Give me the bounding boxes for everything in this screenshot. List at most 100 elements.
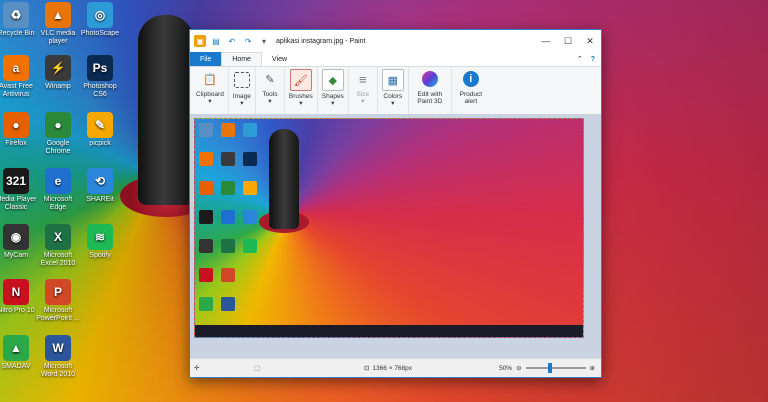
- size-label: Size: [356, 91, 370, 98]
- zoom-level: 50%: [499, 364, 513, 372]
- desktop-icon-label: Microsoft PowerPoint ...: [36, 307, 80, 322]
- zoom-slider-thumb[interactable]: [547, 363, 552, 373]
- desktop-icon-label: picpick: [89, 140, 111, 147]
- desktop-icon[interactable]: ▲ SMADAV: [0, 335, 39, 371]
- app-icon: ▲: [3, 335, 29, 361]
- collapse-ribbon-icon[interactable]: ⌃: [573, 52, 587, 66]
- brushes-label: Brushes: [288, 93, 313, 100]
- zoom-out-button[interactable]: ⊖: [516, 364, 521, 372]
- image-icon: [243, 181, 257, 195]
- tools-label: Tools: [262, 91, 278, 98]
- image-canvas[interactable]: [194, 118, 584, 338]
- desktop-icon-label: PhotoScape: [80, 30, 120, 37]
- tab-home[interactable]: Home: [221, 52, 262, 66]
- image-group[interactable]: Image ▾: [229, 67, 256, 114]
- edit3d-label: Edit with Paint 3D: [417, 91, 443, 105]
- image-icon: [221, 181, 235, 195]
- image-select-icon: [233, 72, 250, 88]
- colors-icon: ▦: [381, 69, 404, 91]
- app-icon: P: [45, 279, 71, 305]
- desktop-icon[interactable]: ● Firefox: [0, 112, 39, 148]
- app-icon: ✎: [87, 112, 113, 138]
- close-button[interactable]: ✕: [579, 30, 601, 52]
- desktop-icon[interactable]: ◉ MyCam: [0, 224, 39, 260]
- maximize-button[interactable]: ☐: [557, 30, 579, 52]
- tab-view[interactable]: View: [262, 52, 297, 66]
- app-icon: ≋: [87, 224, 113, 250]
- shapes-group[interactable]: ◆ Shapes ▾: [318, 67, 349, 114]
- desktop-icon[interactable]: ♻ Recycle Bin: [0, 2, 39, 38]
- desktop-icon[interactable]: N Nitro Pro 10: [0, 279, 39, 315]
- cursor-position-icon: ✛: [194, 365, 200, 372]
- desktop-icon[interactable]: ▲ VLC media player: [35, 2, 81, 46]
- chevron-down-icon: ▾: [240, 100, 244, 107]
- save-icon[interactable]: ▤: [210, 35, 222, 47]
- app-icon: N: [3, 279, 29, 305]
- desktop-icon[interactable]: P Microsoft PowerPoint ...: [35, 279, 81, 323]
- image-icon: [221, 239, 235, 253]
- colors-label: Colors: [383, 93, 403, 100]
- desktop-icon-label: Microsoft Edge: [43, 196, 73, 211]
- chevron-down-icon: ▾: [208, 98, 212, 105]
- desktop-icon[interactable]: ✎ picpick: [77, 112, 123, 148]
- window-title: aplikasi instagram.jpg - Paint: [276, 37, 366, 45]
- desktop-icon-label: SMADAV: [1, 363, 31, 370]
- image-icon: [199, 123, 213, 137]
- tab-file[interactable]: File: [190, 52, 222, 66]
- desktop-icon-label: Spotify: [89, 252, 111, 259]
- product-alert-button[interactable]: i Product alert: [452, 67, 490, 114]
- image-icon: [199, 268, 213, 282]
- help-icon[interactable]: ?: [587, 52, 601, 66]
- desktop-icon[interactable]: Ps Photoshop CS6: [77, 55, 123, 99]
- chevron-down-icon: ▾: [361, 98, 365, 105]
- image-icon: [199, 210, 213, 224]
- desktop-icon[interactable]: X Microsoft Excel 2010: [35, 224, 81, 268]
- redo-icon[interactable]: ↷: [242, 35, 254, 47]
- customize-quick-access-icon[interactable]: ▾: [258, 35, 270, 47]
- zoom-slider[interactable]: [525, 363, 586, 373]
- desktop-icon[interactable]: ⟲ SHAREit: [77, 168, 123, 204]
- desktop-icon[interactable]: ⚡ Winamp: [35, 55, 81, 91]
- canvas-area[interactable]: [190, 114, 601, 359]
- chevron-down-icon: ▾: [268, 98, 272, 105]
- image-icon: [243, 152, 257, 166]
- zoom-in-button[interactable]: ⊕: [590, 364, 595, 372]
- desktop-icon[interactable]: e Microsoft Edge: [35, 168, 81, 212]
- app-icon: ⟲: [87, 168, 113, 194]
- app-icon: a: [3, 55, 29, 81]
- tools-group[interactable]: ✎ Tools ▾: [256, 67, 285, 114]
- desktop-icon-label: Photoshop CS6: [83, 83, 117, 98]
- edit-with-paint3d-button[interactable]: Edit with Paint 3D: [409, 67, 452, 114]
- clipboard-group[interactable]: 📋 Clipboard ▾: [192, 67, 229, 114]
- app-icon: ◉: [3, 224, 29, 250]
- image-icon: [199, 297, 213, 311]
- app-icon: 321: [3, 168, 29, 194]
- image-umbrella-pole: [269, 129, 299, 229]
- brushes-group[interactable]: 🖌 Brushes ▾: [285, 67, 318, 114]
- app-icon: ▲: [45, 2, 71, 28]
- size-group[interactable]: ≡ Size ▾: [349, 67, 378, 114]
- image-icon: [199, 181, 213, 195]
- desktop-icon[interactable]: ◎ PhotoScape: [77, 2, 123, 38]
- paint-window: ▣ ▤ ↶ ↷ ▾ aplikasi instagram.jpg - Paint…: [189, 29, 602, 378]
- desktop-icon[interactable]: 321 Media Player Classic: [0, 168, 39, 212]
- desktop-icon[interactable]: W Microsoft Word 2010: [35, 335, 81, 379]
- app-icon: X: [45, 224, 71, 250]
- app-icon: ♻: [3, 2, 29, 28]
- desktop-icon[interactable]: ≋ Spotify: [77, 224, 123, 260]
- app-icon: ◎: [87, 2, 113, 28]
- desktop-icon[interactable]: a Avast Free Antivirus: [0, 55, 39, 99]
- desktop-icon[interactable]: ● Google Chrome: [35, 112, 81, 156]
- app-icon: ●: [3, 112, 29, 138]
- clipboard-label: Clipboard: [196, 91, 224, 98]
- minimize-button[interactable]: —: [535, 30, 557, 52]
- undo-icon[interactable]: ↶: [226, 35, 238, 47]
- chevron-down-icon: ▾: [331, 100, 335, 107]
- colors-group[interactable]: ▦ Colors ▾: [378, 67, 409, 114]
- image-label: Image: [232, 93, 251, 100]
- app-icon: W: [45, 335, 71, 361]
- status-bar: ✛ ⬚ ⊡ 1366 × 768px 50% ⊖ ⊕: [190, 358, 601, 377]
- image-icon: [221, 210, 235, 224]
- product-alert-label: Product alert: [459, 91, 483, 105]
- image-icon: [199, 152, 213, 166]
